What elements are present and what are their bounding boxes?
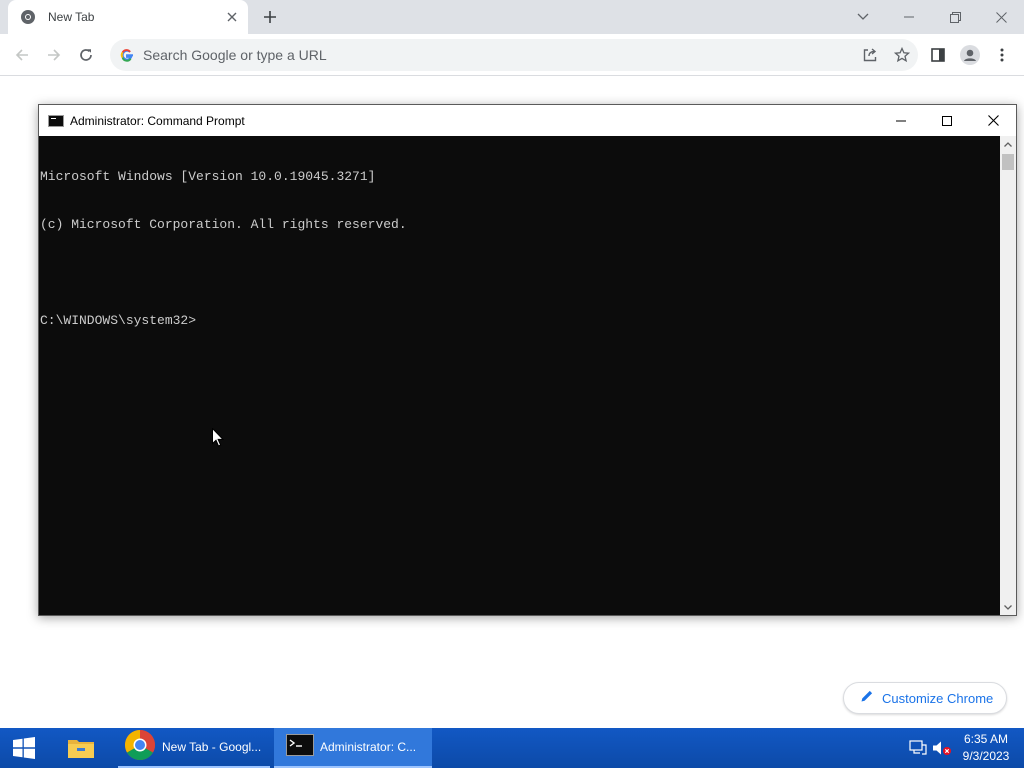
cmd-taskbar-icon bbox=[286, 733, 314, 761]
back-arrow-icon[interactable] bbox=[6, 39, 38, 71]
scroll-down-arrow-icon[interactable] bbox=[1000, 599, 1016, 615]
taskbar-clock[interactable]: 6:35 AM 9/3/2023 bbox=[954, 731, 1018, 767]
profile-avatar-icon[interactable] bbox=[954, 39, 986, 71]
cmd-window-title: Administrator: Command Prompt bbox=[70, 113, 245, 128]
tab-title: New Tab bbox=[48, 10, 95, 24]
chrome-minimize-icon[interactable] bbox=[886, 0, 932, 34]
forward-arrow-icon[interactable] bbox=[38, 39, 70, 71]
omnibox[interactable] bbox=[110, 39, 918, 71]
taskbar-cmd-button[interactable]: Administrator: C... bbox=[274, 728, 432, 768]
clock-date: 9/3/2023 bbox=[962, 749, 1010, 763]
customize-chrome-button[interactable]: Customize Chrome bbox=[843, 682, 1007, 714]
scrollbar-thumb[interactable] bbox=[1002, 154, 1014, 170]
taskbar: New Tab - Googl... Administrator: C... 6… bbox=[0, 728, 1024, 768]
chrome-toolbar bbox=[0, 34, 1024, 76]
google-g-icon bbox=[120, 48, 134, 62]
chrome-close-icon[interactable] bbox=[978, 0, 1024, 34]
reload-icon[interactable] bbox=[70, 39, 102, 71]
chrome-tabstrip: New Tab bbox=[0, 0, 1024, 34]
windows-start-icon[interactable] bbox=[0, 728, 48, 768]
cmd-window[interactable]: Administrator: Command Prompt Microsoft … bbox=[38, 104, 1017, 616]
cmd-titlebar[interactable]: Administrator: Command Prompt bbox=[39, 105, 1016, 136]
chrome-menu-kebab-icon[interactable] bbox=[986, 39, 1018, 71]
console-scrollbar[interactable] bbox=[1000, 136, 1016, 615]
customize-chrome-label: Customize Chrome bbox=[882, 690, 994, 706]
cmd-icon bbox=[48, 114, 64, 127]
volume-muted-icon[interactable] bbox=[930, 728, 954, 768]
share-icon[interactable] bbox=[854, 39, 886, 71]
network-icon[interactable] bbox=[906, 728, 930, 768]
chrome-restore-icon[interactable] bbox=[932, 0, 978, 34]
taskbar-cmd-label: Administrator: C... bbox=[320, 740, 417, 754]
cmd-maximize-icon[interactable] bbox=[924, 105, 970, 136]
clock-time: 6:35 AM bbox=[963, 732, 1009, 746]
taskbar-chrome-button[interactable]: New Tab - Googl... bbox=[118, 728, 270, 768]
console-line: (c) Microsoft Corporation. All rights re… bbox=[40, 217, 407, 232]
console-output[interactable]: Microsoft Windows [Version 10.0.19045.32… bbox=[39, 136, 1000, 615]
chrome-favicon-icon bbox=[20, 9, 36, 25]
tab-search-chevron-icon[interactable] bbox=[840, 0, 886, 34]
omnibox-input[interactable] bbox=[143, 47, 854, 63]
pencil-icon bbox=[860, 689, 874, 708]
bookmark-star-icon[interactable] bbox=[886, 39, 918, 71]
taskbar-chrome-label: New Tab - Googl... bbox=[162, 740, 262, 754]
mouse-cursor-icon bbox=[212, 427, 225, 447]
cmd-minimize-icon[interactable] bbox=[878, 105, 924, 136]
file-explorer-icon[interactable] bbox=[58, 728, 104, 768]
new-tab-plus-icon[interactable] bbox=[258, 5, 282, 29]
console-line: Microsoft Windows [Version 10.0.19045.32… bbox=[40, 169, 376, 184]
side-panel-icon[interactable] bbox=[922, 39, 954, 71]
chrome-icon bbox=[124, 729, 156, 766]
tab-new-tab[interactable]: New Tab bbox=[8, 0, 248, 34]
cmd-close-icon[interactable] bbox=[970, 105, 1016, 136]
scroll-up-arrow-icon[interactable] bbox=[1000, 136, 1016, 152]
console-prompt: C:\WINDOWS\system32> bbox=[40, 313, 197, 328]
tab-close-icon[interactable] bbox=[222, 7, 242, 27]
